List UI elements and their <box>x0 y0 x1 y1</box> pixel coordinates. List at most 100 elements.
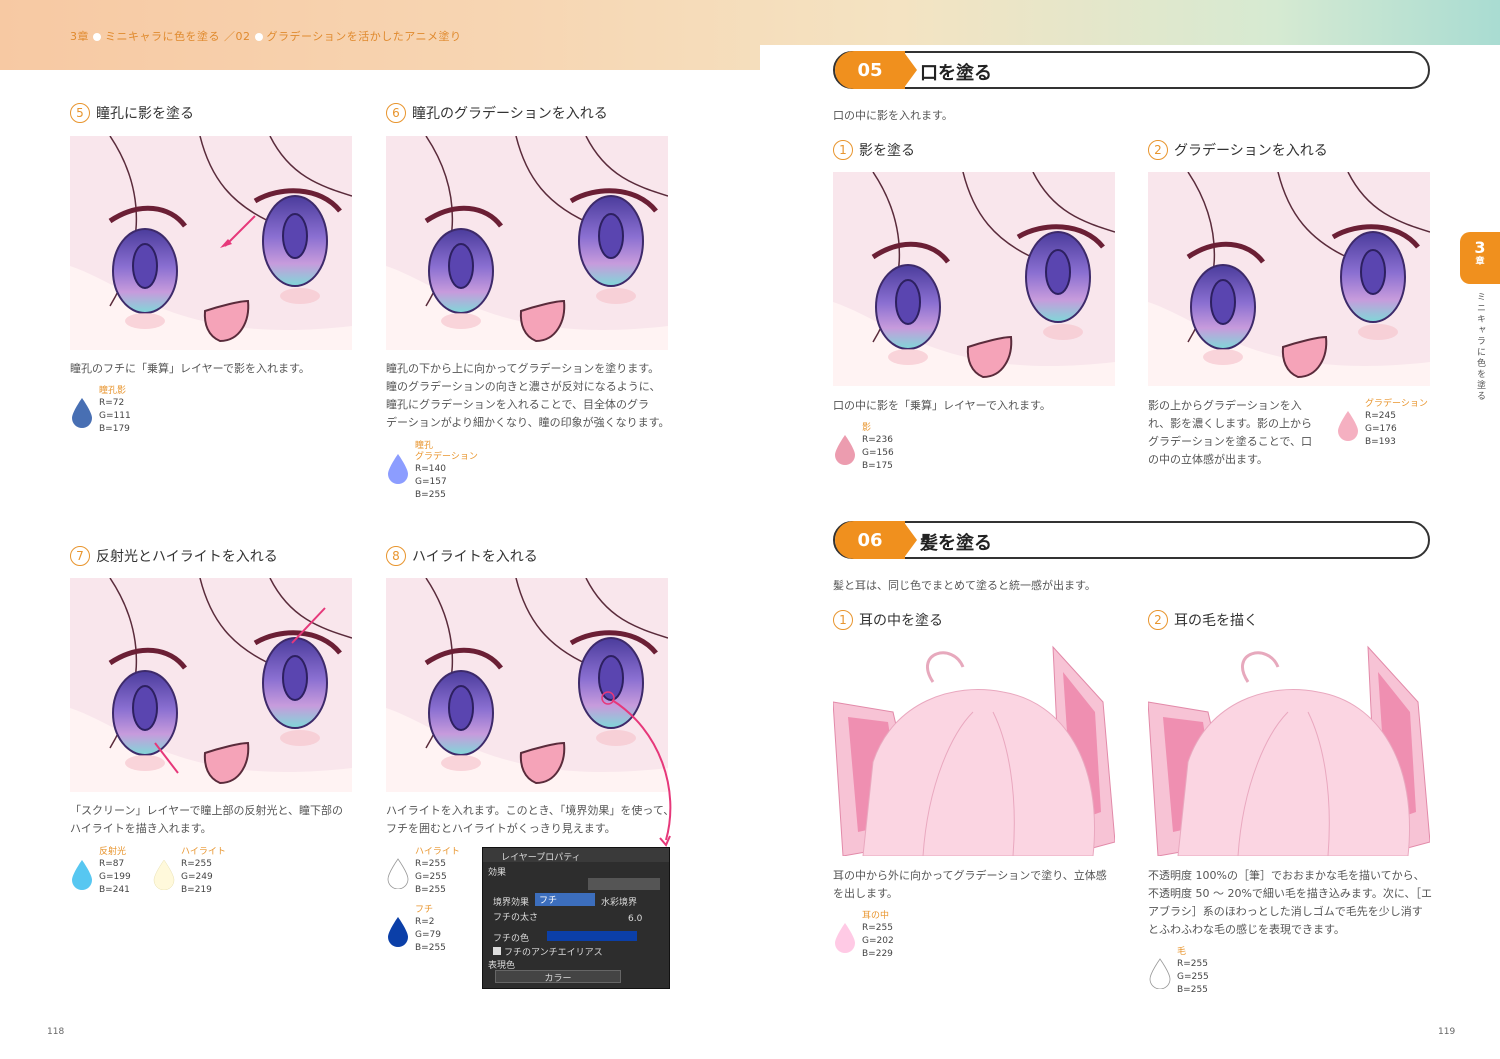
step-title-text: 影を塗る <box>859 143 915 159</box>
swatch-r: R=245 <box>1365 411 1396 421</box>
step-7-caption: 「スクリーン」レイヤーで瞳上部の反射光と、瞳下部の ハイライトを描き入れます。 <box>70 802 343 838</box>
section-number: 05 <box>835 51 905 89</box>
step-6-title: 6 瞳孔のグラデーションを入れる <box>386 103 608 123</box>
mouth-step-2-illustration <box>1148 172 1430 386</box>
swatch-r: R=255 <box>181 859 212 869</box>
section-description: 口の中に影を入れます。 <box>833 109 953 122</box>
caption-line: を出します。 <box>833 887 898 900</box>
swatch-g: G=111 <box>99 411 131 421</box>
swatch-drop-icon <box>386 452 410 488</box>
caption-line: 瞳のグラデーションの向きと濃さが反対になるように、 <box>386 380 661 393</box>
swatch-drop-icon <box>152 858 176 894</box>
border-effect-label: 境界効果 <box>493 898 530 908</box>
swatch-values: 反射光 R=87 G=199 B=241 <box>99 847 131 897</box>
step-number: 2 <box>1148 140 1168 160</box>
swatch-b: B=229 <box>862 949 893 959</box>
thickness-value[interactable]: 6.0 <box>628 914 642 924</box>
dialog-titlebar: レイヤープロパティ <box>483 848 669 863</box>
swatch-r: R=72 <box>99 398 125 408</box>
step-8-title: 8 ハイライトを入れる <box>386 546 538 566</box>
hair-step-2-illustration <box>1148 642 1430 856</box>
swatch-g: G=176 <box>1365 424 1397 434</box>
swatch-drop-icon <box>70 396 94 432</box>
watercolor-option[interactable]: 水彩境界 <box>601 895 637 908</box>
swatch-b: B=255 <box>1177 985 1208 995</box>
swatch-label: グラデーション <box>1365 399 1428 409</box>
mouth-step-2-title: 2 グラデーションを入れる <box>1148 140 1328 160</box>
swatch-g: G=79 <box>415 930 441 940</box>
chapter-label: 章 <box>1475 257 1485 267</box>
mouth-step-1-caption: 口の中に影を「乗算」レイヤーで入れます。 <box>833 399 1051 412</box>
swatch-g: G=255 <box>1177 972 1209 982</box>
step-number: 5 <box>70 103 90 123</box>
chapter-tab[interactable]: 3 章 <box>1460 232 1500 284</box>
swatch-values: 影 R=236 G=156 B=175 <box>862 423 894 473</box>
swatch-b: B=255 <box>415 943 446 953</box>
swatch-g: G=249 <box>181 872 213 882</box>
step-7-title: 7 反射光とハイライトを入れる <box>70 546 278 566</box>
swatch-label: 瞳孔影 <box>99 386 127 396</box>
hair-step-2-caption: 不透明度 100%の［筆］でおおまかな毛を描いてから、 不透明度 50 ～ 20… <box>1148 867 1432 939</box>
swatch-b: B=255 <box>415 490 446 500</box>
antialias-label: フチのアンチエイリアス <box>504 948 603 958</box>
swatch-drop-icon <box>833 921 857 957</box>
swatch-label: グラデーション <box>415 452 478 462</box>
swatch-drop-icon <box>833 433 857 469</box>
caption-line: 影の上からグラデーションを入 <box>1148 399 1302 412</box>
step-title-text: ハイライトを入れる <box>412 549 538 565</box>
swatch-drop-icon <box>1336 409 1360 445</box>
step-5-title: 5 瞳孔に影を塗る <box>70 103 194 123</box>
checkbox[interactable] <box>493 947 501 955</box>
swatch-label: ハイライト <box>415 847 460 857</box>
swatch-g: G=255 <box>415 872 447 882</box>
swatch-b: B=179 <box>99 424 130 434</box>
swatch-r: R=255 <box>1177 959 1208 969</box>
swatch-drop-icon <box>386 857 410 893</box>
effect-label: 効果 <box>488 868 507 878</box>
step-6-illustration <box>386 136 668 350</box>
caption-line: ハイライトを描き入れます。 <box>70 822 212 835</box>
swatch-g: G=156 <box>862 448 894 458</box>
caption-line: れ、影を濃くします。影の上から <box>1148 417 1313 430</box>
section-title: 髪を塗る <box>920 533 992 554</box>
dialog-title: レイヤープロパティ <box>501 853 581 863</box>
step-title-text: 耳の中を塗る <box>859 613 943 629</box>
caption-line: 耳の中から外に向かってグラデーションで塗り、立体感 <box>833 869 1107 882</box>
page-number: 119 <box>1438 1027 1456 1037</box>
swatch-label: 毛 <box>1177 947 1187 957</box>
antialias-row[interactable]: フチのアンチエイリアス <box>493 945 603 958</box>
step-title-text: 瞳孔に影を塗る <box>96 106 194 122</box>
caption-line: アブラシ］系のほわっとした消しゴムで毛先を少し消す <box>1148 905 1423 918</box>
step-title-text: 反射光とハイライトを入れる <box>96 549 278 565</box>
step-number: 2 <box>1148 610 1168 630</box>
caption-line: ハイライトを入れます。このとき、「境界効果」を使って、 <box>386 804 675 817</box>
swatch-g: G=157 <box>415 477 447 487</box>
fuchi-option[interactable]: フチ <box>535 893 595 906</box>
step-title-text: グラデーションを入れる <box>1174 143 1328 159</box>
mouth-step-1-title: 1 影を塗る <box>833 140 915 160</box>
swatch-values: 瞳孔影 R=72 G=111 B=179 <box>99 386 131 436</box>
swatch-drop-icon <box>386 915 410 951</box>
swatch-label: ハイライト <box>181 847 226 857</box>
chapter-vertical-title: ミニキャラに色を塗る <box>1475 292 1485 402</box>
color-mode-select[interactable]: カラー <box>495 970 621 984</box>
hair-step-1-illustration <box>833 642 1115 856</box>
step-5-caption: 瞳孔のフチに「乗算」レイヤーで影を入れます。 <box>70 362 310 375</box>
step-title-text: 瞳孔のグラデーションを入れる <box>412 106 608 122</box>
hair-step-2-title: 2 耳の毛を描く <box>1148 610 1258 630</box>
swatch-label: 反射光 <box>99 847 127 857</box>
step-8-caption: ハイライトを入れます。このとき、「境界効果」を使って、 フチを囲むとハイライトが… <box>386 802 674 838</box>
section-title: 口を塗る <box>920 63 992 84</box>
step-7-illustration <box>70 578 352 792</box>
chapter-number: 3 <box>1474 238 1486 257</box>
swatch-g: G=202 <box>862 936 894 946</box>
caption-line: グラデーションを塗ることで、口 <box>1148 435 1313 448</box>
fuchi-color-bar[interactable] <box>547 931 637 941</box>
swatch-b: B=175 <box>862 461 893 471</box>
color-label: フチの色 <box>493 934 530 944</box>
caption-line: とふわふわな毛の感じを表現できます。 <box>1148 923 1345 936</box>
swatch-values: フチ R=2 G=79 B=255 <box>415 905 446 955</box>
swatch-values: ハイライト R=255 G=255 B=255 <box>415 847 460 897</box>
swatch-b: B=193 <box>1365 437 1396 447</box>
effect-icons[interactable] <box>588 878 660 890</box>
